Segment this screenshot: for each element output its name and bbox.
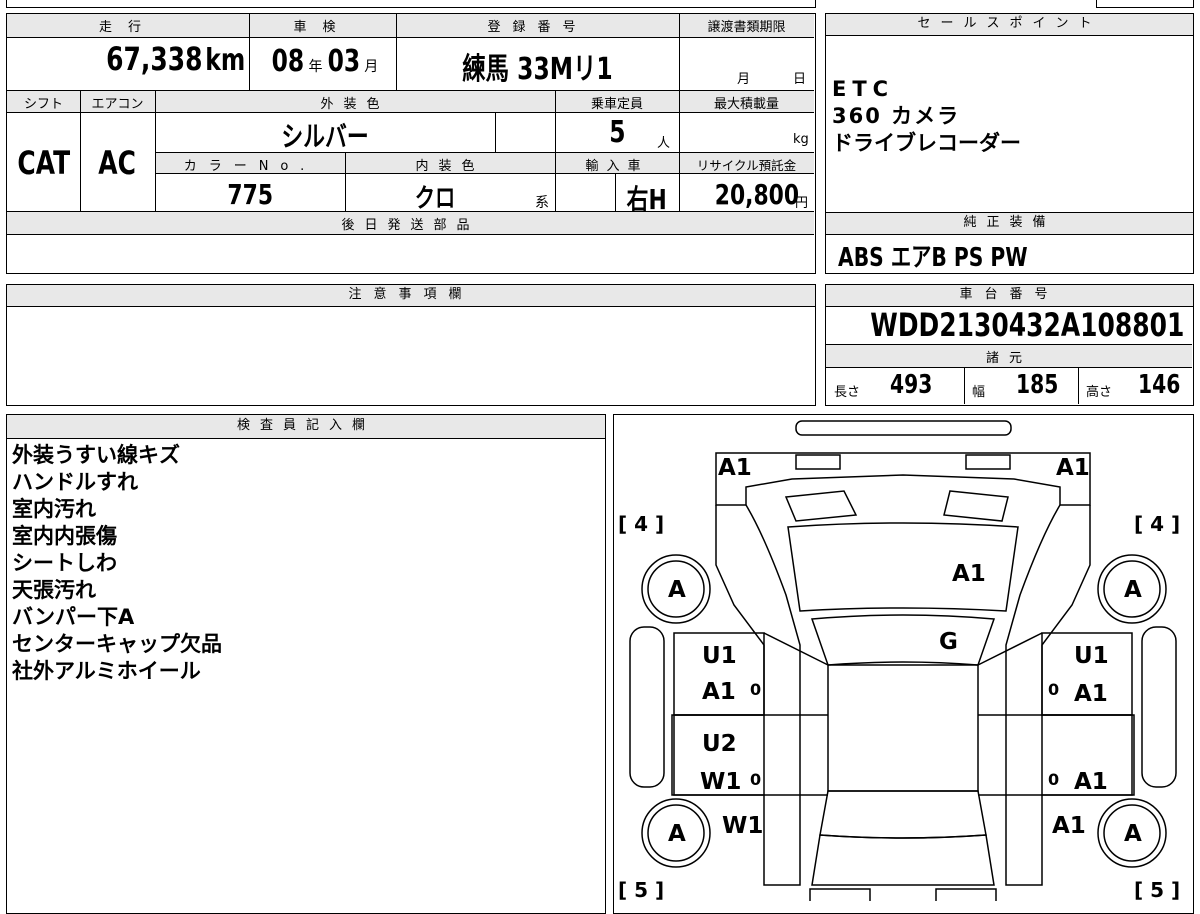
aircon-label: エアコン [91,97,144,112]
zero-mark: 0 [1048,770,1059,789]
height-label: 高さ [1086,385,1113,400]
recycle-label: リサイクル預託金 [696,158,797,173]
mark-front-left: A1 [718,455,752,481]
mark-rear-right: A1 [1052,813,1086,839]
inspector-note: シートしわ [12,551,117,575]
tire-tread-rear-right: [ 5 ] [1134,878,1180,901]
mark-wheel-rl: A [668,821,686,847]
tire-tread-front-right: [ 4 ] [1134,512,1180,536]
width-label: 幅 [972,385,986,400]
mark-wheel-fl: A [668,577,686,603]
mark-rf-door-bottom: A1 [1074,681,1108,707]
mark-wheel-fr: A [1124,577,1142,603]
color-no-label: カラーNo. [183,159,317,174]
sales-points-box: セールスポイント ETC 360 カメラ ドライブレコーダー [825,13,1194,213]
shift-label: シフト [23,97,63,112]
top-cutoff-strip-right [1096,0,1194,8]
mileage-value: 67,338 km [106,40,245,78]
exterior-color-label: 外装色 [320,97,390,112]
inspector-box: 検査員記入欄 外装うすい線キズ ハンドルすれ 室内汚れ 室内内張傷 シートしわ … [6,414,606,914]
caution-box: 注意事項欄 [6,284,816,406]
chassis-label: 車台番号 [826,285,1193,307]
inspector-label: 検査員記入欄 [7,415,605,439]
sales-points-label: セールスポイント [826,14,1193,36]
interior-color-value: クロ [414,184,456,214]
mark-rr-door-bottom: A1 [1074,769,1108,795]
mark-lr-door-bottom: W1 [700,769,741,795]
car-diagram-box: A1 A1 A1 G U1 A1 U1 A1 U2 W1 A1 W1 A1 A … [613,414,1194,914]
sales-point-1: ETC [832,77,895,101]
top-cutoff-strip [6,0,816,8]
zero-mark: 0 [750,680,761,699]
length-value: 493 [889,370,933,400]
inspector-note: 室内内張傷 [12,524,117,548]
car-damage-diagram: A1 A1 A1 G U1 A1 U1 A1 U2 W1 A1 W1 A1 A … [618,420,1180,901]
height-value: 146 [1137,370,1181,400]
width-value: 185 [1015,370,1059,400]
transfer-month: 月 [737,72,751,87]
tire-tread-rear-left: [ 5 ] [618,878,664,901]
capacity-value: 5 [609,115,626,150]
later-parts-label: 後日発送部品 [341,218,480,233]
color-no-value: 775 [227,178,273,211]
inspector-note: 室内汚れ [12,497,96,521]
mark-lf-door-bottom: A1 [702,679,736,705]
sales-point-3: ドライブレコーダー [832,131,1021,155]
exterior-color-value: シルバー [281,120,369,153]
shift-value: CAT [17,144,70,182]
transfer-day: 日 [793,72,807,87]
equipment-box: 純正装備 ABS エアB PS PW [825,213,1194,274]
recycle-fee: 20,800 [714,178,800,211]
length-label: 長さ [834,385,861,400]
max-load-label: 最大積載量 [713,97,779,112]
inspector-note: センターキャップ欠品 [12,632,222,656]
tire-tread-front-left: [ 4 ] [618,512,664,536]
mark-front-right: A1 [1056,455,1090,481]
inspector-note: 外装うすい線キズ [12,443,180,467]
interior-color-label: 内装色 [415,159,485,174]
aircon-value: AC [98,144,137,182]
mark-lf-door-top: U1 [702,643,737,669]
recycle-unit: 円 [795,196,809,211]
inspector-notes: 外装うすい線キズ ハンドルすれ 室内汚れ 室内内張傷 シートしわ 天張汚れ バン… [12,442,222,685]
chassis-number: WDD2130432A108801 [870,306,1185,344]
specs-label: 諸元 [985,351,1032,366]
mark-rear-left: W1 [722,813,763,839]
inspector-note: 天張汚れ [12,578,96,602]
equipment-value: ABS エアB PS PW [838,243,1028,273]
vehicle-info-table: 走行 車検 登録番号 譲渡書類期限 67,338 km 08 年 03 月 練馬 33… [6,13,816,274]
zero-mark: 0 [750,770,761,789]
registration-label: 登録番号 [487,20,588,35]
equipment-label: 純正装備 [826,213,1193,235]
mark-lr-door-top: U2 [702,731,737,757]
caution-label: 注意事項欄 [7,285,815,307]
mark-wheel-rr: A [1124,821,1142,847]
zero-mark: 0 [1048,680,1059,699]
registration-number: 練馬 33Mリ1 [462,52,613,87]
inspector-note: 社外アルミホイール [12,659,201,683]
mileage-label: 走行 [98,20,157,35]
mark-rf-door-top: U1 [1074,643,1109,669]
capacity-unit: 人 [657,136,671,151]
inspection-label: 車検 [293,20,352,35]
chassis-box: 車台番号 WDD2130432A108801 諸元 長さ 493 幅 185 高… [825,284,1194,406]
max-load-unit: kg [793,132,809,147]
import-label: 輸入車 [585,159,649,174]
sales-points-list: ETC 360 カメラ ドライブレコーダー [832,76,1021,157]
mark-windshield: G [939,629,958,655]
inspection-date: 08 年 03 月 [271,44,379,79]
sales-point-2: 360 カメラ [832,104,961,128]
inspector-note: バンパー下A [12,605,135,629]
transfer-deadline-label: 譲渡書類期限 [707,20,786,35]
mark-hood: A1 [952,561,986,587]
inspector-note: ハンドルすれ [12,470,138,494]
capacity-label: 乗車定員 [590,97,643,112]
interior-color-suffix: 系 [535,195,549,211]
